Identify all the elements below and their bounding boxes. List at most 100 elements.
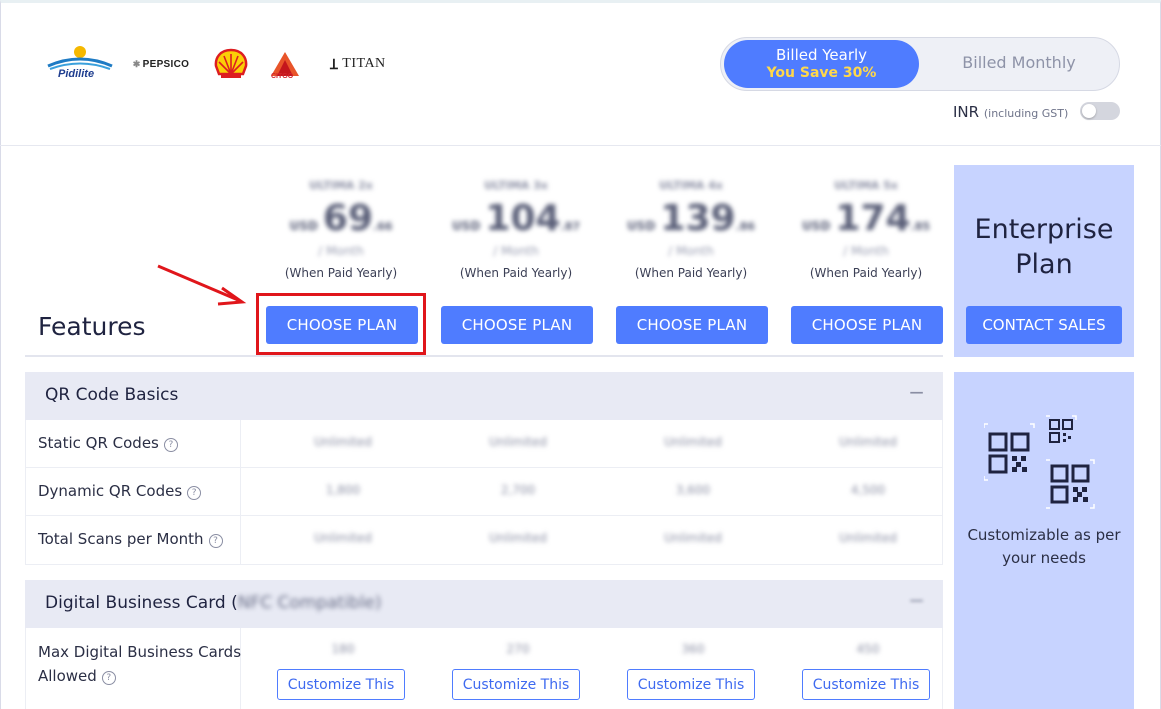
pepsico-glyph-icon: ✱ [132,58,141,69]
table-row: Dynamic QR Codes? 1,800 2,700 3,600 4,50… [26,468,942,516]
titan-glyph-icon: Ʇ [330,57,339,73]
currency-note: (including GST) [983,107,1069,120]
row-value: Unlimited [839,435,897,449]
plan-name: ULTIMA 2x [309,179,373,192]
help-icon[interactable]: ? [101,671,116,685]
inr-toggle[interactable] [1080,102,1120,120]
row-value: 2,700 [500,483,536,497]
billed-monthly-option[interactable]: Billed Monthly [929,53,1109,72]
section-digital-business-card[interactable]: Digital Business Card (NFC Compatible) − [25,580,943,628]
row-value: 180 [331,642,355,656]
inr-toggle-knob [1082,104,1096,118]
plan-period: / Month [318,244,364,258]
section-qr-code-basics-rows: Static QR Codes? Unlimited Unlimited Unl… [25,420,943,565]
pidilite-logo: Pidilite [46,44,116,84]
annotation-arrow-icon [157,264,247,306]
pidilite-logo-text: Pidilite [58,68,95,80]
table-row: Static QR Codes? Unlimited Unlimited Unl… [26,420,942,468]
plan-name: ULTIMA 3x [484,179,548,192]
enterprise-title: Enterprise Plan [954,212,1134,282]
row-value: Unlimited [489,435,547,449]
row-label-text: Static QR Codes [38,434,159,452]
row-label: Static QR Codes? [38,434,178,452]
row-label-line2: Allowed [38,667,97,685]
row-value: 360 [681,642,705,656]
top-header: Pidilite ✱ PEPSICO CITGO Ʇ TITAN Billed … [0,0,1161,146]
plan-price-value: 174 [835,198,911,239]
choose-plan-button-4[interactable]: CHOOSE PLAN [791,306,943,344]
row-label-text: Total Scans per Month [38,530,204,548]
section-qr-code-basics[interactable]: QR Code Basics − [25,372,943,420]
plan-period: / Month [668,244,714,258]
section-title-rest: NFC Compatible) [237,593,382,613]
customize-button-2[interactable]: Customize This [452,669,580,700]
currency-label: INR (including GST) [953,103,1068,121]
titan-logo-text: TITAN [342,56,386,71]
plan-price: USD 139.86 [615,196,767,242]
qr-codes-icon [984,415,1095,509]
row-value: Unlimited [314,531,372,545]
plan-column-1: ULTIMA 2x USD 69.66 / Month (When Paid Y… [265,176,417,284]
help-icon[interactable]: ? [163,438,178,452]
row-value: Unlimited [839,531,897,545]
plan-price-decimal: .87 [560,220,581,233]
billed-yearly-label: Billed Yearly [775,46,868,64]
citgo-logo: CITGO [270,47,300,81]
plan-period: / Month [843,244,889,258]
row-label: Total Scans per Month? [38,530,223,548]
row-value: 3,600 [675,483,711,497]
row-label: Max Digital Business Cards Allowed? [38,640,241,688]
section-digital-business-card-rows: Max Digital Business Cards Allowed? 180 … [25,628,943,709]
row-value: Unlimited [489,531,547,545]
client-logos: Pidilite ✱ PEPSICO CITGO Ʇ TITAN [46,44,386,84]
plan-paid-note: (When Paid Yearly) [634,266,748,280]
row-label: Dynamic QR Codes? [38,482,202,500]
enterprise-desc-line2: your needs [1002,549,1086,567]
titan-logo: Ʇ TITAN [330,55,386,74]
plan-column-3: ULTIMA 4x USD 139.86 / Month (When Paid … [615,176,767,284]
plan-price: USD 174.85 [790,196,942,242]
enterprise-desc-line1: Customizable as per [967,526,1121,544]
section-title-text: Digital Business Card ( [45,593,238,613]
choose-plan-button-2[interactable]: CHOOSE PLAN [441,306,593,344]
yearly-savings-label: You Save 30% [766,65,877,81]
plan-column-2: ULTIMA 3x USD 104.87 / Month (When Paid … [440,176,592,284]
row-label-line1: Max Digital Business Cards [38,643,242,661]
table-row: Max Digital Business Cards Allowed? 180 … [26,628,942,709]
plan-price-value: 69 [322,198,374,239]
features-title: Features [38,312,146,341]
pepsico-logo-text: PEPSICO [142,58,190,70]
row-value: Unlimited [314,435,372,449]
plan-paid-note: (When Paid Yearly) [809,266,923,280]
plan-price-value: 104 [485,198,561,239]
billed-yearly-option[interactable]: Billed Yearly You Save 30% [724,40,919,88]
row-value: 4,500 [850,483,886,497]
collapse-icon[interactable]: − [908,588,925,612]
row-value: 450 [856,642,880,656]
plan-price-decimal: .86 [735,220,756,233]
customize-button-1[interactable]: Customize This [277,669,405,700]
choose-plan-button-3[interactable]: CHOOSE PLAN [616,306,768,344]
pepsico-logo: ✱ PEPSICO [128,59,194,70]
help-icon[interactable]: ? [208,534,223,548]
plan-name: ULTIMA 5x [834,179,898,192]
plan-currency: USD [289,219,318,233]
section-title: Digital Business Card (NFC Compatible) [45,593,382,613]
row-value: 270 [506,642,530,656]
plan-currency: USD [451,219,481,233]
help-icon[interactable]: ? [187,486,202,500]
plan-price: USD 104.87 [440,196,592,242]
contact-sales-button[interactable]: CONTACT SALES [966,306,1122,344]
customize-button-4[interactable]: Customize This [802,669,930,700]
enterprise-title-line1: Enterprise [974,214,1114,245]
plan-price: USD 69.66 [265,196,417,242]
enterprise-title-line2: Plan [1015,249,1073,280]
plan-price-value: 139 [660,198,736,239]
plan-period: / Month [493,244,539,258]
shell-logo [214,48,248,80]
customize-button-3[interactable]: Customize This [627,669,755,700]
billing-period-switch: Billed Yearly You Save 30% Billed Monthl… [720,37,1120,91]
row-value: Unlimited [664,531,722,545]
plan-price-decimal: .85 [910,220,931,233]
collapse-icon[interactable]: − [908,380,925,404]
